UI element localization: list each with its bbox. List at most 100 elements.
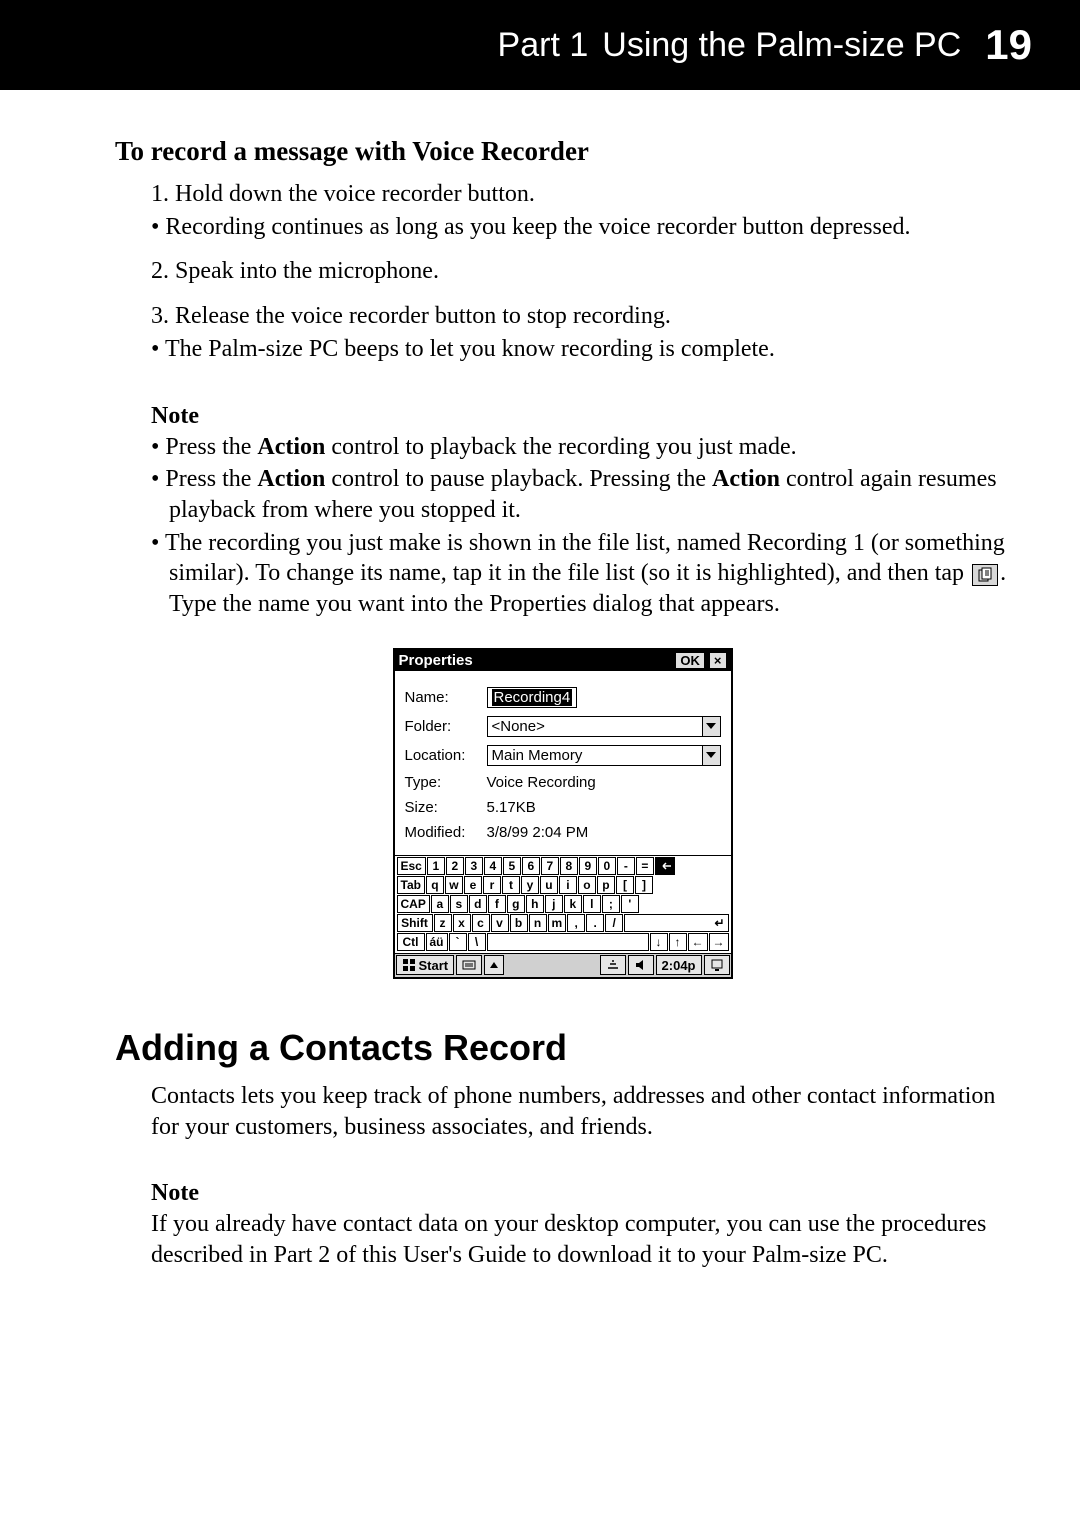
arrow-left-key[interactable]: ← xyxy=(688,933,708,951)
kbd-key[interactable]: 4 xyxy=(484,857,502,875)
backspace-key[interactable] xyxy=(655,857,675,875)
label-type: Type: xyxy=(405,774,487,791)
folder-combo[interactable]: <None> xyxy=(487,716,721,737)
kbd-key[interactable]: = xyxy=(636,857,654,875)
kbd-key[interactable]: . xyxy=(586,914,604,932)
name-field[interactable]: Recording4 xyxy=(487,687,578,708)
kbd-key[interactable]: 5 xyxy=(503,857,521,875)
kbd-key[interactable]: ` xyxy=(449,933,467,951)
close-button[interactable]: × xyxy=(709,652,727,669)
size-value: 5.17KB xyxy=(487,799,721,816)
kbd-key[interactable]: 8 xyxy=(560,857,578,875)
kbd-row-2: Tab q w e r t y u i o p [ ] xyxy=(397,876,729,894)
kbd-key[interactable]: k xyxy=(564,895,582,913)
kbd-key[interactable]: ' xyxy=(621,895,639,913)
kbd-key[interactable]: 3 xyxy=(465,857,483,875)
kbd-key[interactable]: Shift xyxy=(397,914,433,932)
kbd-key[interactable]: y xyxy=(521,876,539,894)
arrow-up-key[interactable]: ↑ xyxy=(669,933,687,951)
kbd-key[interactable]: ] xyxy=(635,876,653,894)
taskbar-up[interactable] xyxy=(484,955,504,975)
note-bold: Action xyxy=(257,434,325,460)
kbd-key[interactable]: 6 xyxy=(522,857,540,875)
label-size: Size: xyxy=(405,799,487,816)
kbd-key[interactable]: o xyxy=(578,876,596,894)
kbd-key[interactable]: v xyxy=(491,914,509,932)
ok-button[interactable]: OK xyxy=(675,652,705,669)
arrow-down-key[interactable]: ↓ xyxy=(650,933,668,951)
type-value: Voice Recording xyxy=(487,774,721,791)
kbd-key[interactable]: 7 xyxy=(541,857,559,875)
kbd-key[interactable]: t xyxy=(502,876,520,894)
kbd-key[interactable]: 9 xyxy=(579,857,597,875)
desktop-button[interactable] xyxy=(704,955,730,975)
desktop-icon xyxy=(710,958,724,972)
note-text-b: control to playback the recording you ju… xyxy=(325,434,796,460)
kbd-key[interactable]: x xyxy=(453,914,471,932)
kbd-key[interactable]: q xyxy=(426,876,444,894)
arrow-right-key[interactable]: → xyxy=(709,933,729,951)
kbd-key[interactable]: - xyxy=(617,857,635,875)
taskbar: Start 2:04p xyxy=(395,953,731,977)
spacebar-key[interactable] xyxy=(487,933,649,951)
note-bullet-3: • The recording you just make is shown i… xyxy=(151,528,1010,620)
tray-icon-1[interactable] xyxy=(600,955,626,975)
kbd-key[interactable]: p xyxy=(597,876,615,894)
kbd-key[interactable]: z xyxy=(434,914,452,932)
kbd-key[interactable]: áü xyxy=(426,933,448,951)
start-button[interactable]: Start xyxy=(396,955,455,975)
step-1-num: 1. xyxy=(151,181,175,207)
tray-icon-2[interactable] xyxy=(628,955,654,975)
chevron-down-icon[interactable] xyxy=(702,746,720,765)
bullet-text: Recording continues as long as you keep … xyxy=(165,214,910,240)
kbd-key[interactable]: Ctl xyxy=(397,933,425,951)
kbd-key[interactable]: ; xyxy=(602,895,620,913)
header-title: Using the Palm-size PC xyxy=(602,26,961,65)
kbd-key[interactable]: h xyxy=(526,895,544,913)
label-modified: Modified: xyxy=(405,824,487,841)
kbd-key[interactable]: CAP xyxy=(397,895,430,913)
kbd-key[interactable]: u xyxy=(540,876,558,894)
keyboard-toggle[interactable] xyxy=(456,955,482,975)
kbd-key[interactable]: Tab xyxy=(397,876,425,894)
kbd-key[interactable]: c xyxy=(472,914,490,932)
kbd-key[interactable]: 0 xyxy=(598,857,616,875)
kbd-key[interactable]: b xyxy=(510,914,528,932)
kbd-key[interactable]: Esc xyxy=(397,857,426,875)
kbd-key[interactable]: s xyxy=(450,895,468,913)
kbd-key[interactable]: j xyxy=(545,895,563,913)
contacts-heading: Adding a Contacts Record xyxy=(115,1027,1010,1069)
onscreen-keyboard[interactable]: Esc 1 2 3 4 5 6 7 8 9 0 - = xyxy=(395,855,731,953)
taskbar-clock[interactable]: 2:04p xyxy=(656,955,702,975)
kbd-key[interactable]: g xyxy=(507,895,525,913)
kbd-key[interactable]: w xyxy=(445,876,463,894)
chevron-down-icon[interactable] xyxy=(702,717,720,736)
step-1-bullet: • Recording continues as long as you kee… xyxy=(151,212,1010,243)
kbd-key[interactable]: [ xyxy=(616,876,634,894)
note-text-a: The recording you just make is shown in … xyxy=(165,530,1005,587)
kbd-key[interactable]: 2 xyxy=(446,857,464,875)
bullet-marker: • xyxy=(151,434,165,460)
kbd-key[interactable]: f xyxy=(488,895,506,913)
kbd-key[interactable]: , xyxy=(567,914,585,932)
kbd-key[interactable]: m xyxy=(548,914,567,932)
kbd-key[interactable]: r xyxy=(483,876,501,894)
kbd-key[interactable]: d xyxy=(469,895,487,913)
label-location: Location: xyxy=(405,747,487,764)
name-value: Recording4 xyxy=(492,689,573,706)
kbd-key[interactable]: e xyxy=(464,876,482,894)
note-bold: Action xyxy=(257,466,325,492)
kbd-row-1: Esc 1 2 3 4 5 6 7 8 9 0 - = xyxy=(397,857,729,875)
kbd-key[interactable]: a xyxy=(431,895,449,913)
kbd-key[interactable]: l xyxy=(583,895,601,913)
keyboard-icon xyxy=(462,958,476,972)
kbd-key[interactable]: 1 xyxy=(427,857,445,875)
contacts-note-label: Note xyxy=(151,1180,1010,1207)
kbd-key[interactable]: \ xyxy=(468,933,486,951)
enter-key[interactable]: ↵ xyxy=(624,914,728,932)
kbd-key[interactable]: n xyxy=(529,914,547,932)
kbd-key[interactable]: / xyxy=(605,914,623,932)
location-combo[interactable]: Main Memory xyxy=(487,745,721,766)
kbd-key[interactable]: i xyxy=(559,876,577,894)
contacts-note-text: If you already have contact data on your… xyxy=(151,1209,1010,1270)
